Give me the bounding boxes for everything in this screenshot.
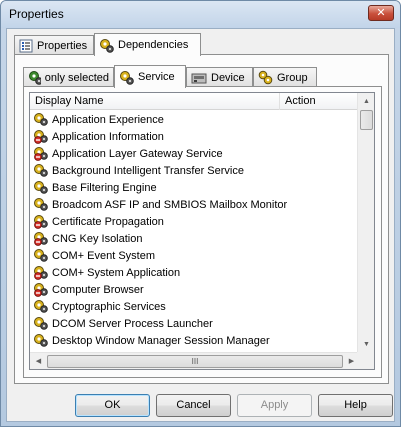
service-running-icon bbox=[34, 113, 48, 126]
list-item-label: Computer Browser bbox=[52, 283, 144, 296]
service-stopped-icon bbox=[34, 147, 48, 161]
window-title: Properties bbox=[9, 7, 64, 21]
service-running-icon bbox=[34, 198, 48, 211]
group-icon bbox=[258, 70, 273, 85]
tab-only-selected[interactable]: only selected bbox=[23, 67, 114, 87]
list-item[interactable]: COM+ Event System bbox=[30, 247, 360, 264]
vertical-scroll-thumb[interactable] bbox=[360, 110, 373, 130]
list-item-label: Desktop Window Manager Session Manager bbox=[52, 334, 270, 347]
list-item-label: Base Filtering Engine bbox=[52, 181, 157, 194]
properties-icon bbox=[19, 39, 33, 52]
cancel-button[interactable]: Cancel bbox=[156, 394, 231, 417]
list-item[interactable]: COM+ System Application bbox=[30, 264, 360, 281]
list-item[interactable]: Broadcom ASF IP and SMBIOS Mailbox Monit… bbox=[30, 196, 360, 213]
list-item[interactable]: Computer Browser bbox=[30, 281, 360, 298]
list-item-label: CNG Key Isolation bbox=[52, 232, 143, 245]
scrollbar-corner bbox=[357, 352, 374, 369]
apply-button[interactable]: Apply bbox=[237, 394, 312, 417]
list-item-label: Application Information bbox=[52, 130, 164, 143]
service-stopped-icon bbox=[34, 232, 48, 246]
tab-service[interactable]: Service bbox=[114, 65, 186, 88]
list-item-label: Background Intelligent Transfer Service bbox=[52, 164, 244, 177]
service-running-icon bbox=[34, 181, 48, 194]
list-item[interactable]: Certificate Propagation bbox=[30, 213, 360, 230]
device-icon bbox=[191, 73, 207, 83]
list-item[interactable]: CNG Key Isolation bbox=[30, 230, 360, 247]
properties-window: Properties ✕ Properties Dependencies onl… bbox=[0, 0, 401, 427]
horizontal-scroll-thumb[interactable]: III bbox=[47, 355, 343, 368]
list-item[interactable]: Cryptographic Services bbox=[30, 298, 360, 315]
column-action[interactable]: Action bbox=[280, 93, 360, 110]
service-running-icon bbox=[34, 164, 48, 177]
service-list[interactable]: Display Name Action Application Experien… bbox=[29, 92, 375, 370]
list-item-label: Application Layer Gateway Service bbox=[52, 147, 223, 160]
tab-group[interactable]: Group bbox=[253, 67, 317, 87]
dialog-client-area: Properties Dependencies only selected Se… bbox=[6, 28, 395, 422]
list-item-label: Cryptographic Services bbox=[52, 300, 166, 313]
service-running-icon bbox=[34, 300, 48, 313]
dialog-button-row: OK Cancel Apply Help bbox=[7, 394, 396, 420]
dependencies-icon bbox=[100, 38, 114, 53]
tab-service-label: Service bbox=[138, 71, 175, 83]
gears-icon bbox=[29, 71, 41, 85]
tab-dependencies-label: Dependencies bbox=[118, 39, 189, 51]
list-item[interactable]: Desktop Window Manager Session Manager bbox=[30, 332, 360, 349]
list-item[interactable]: Base Filtering Engine bbox=[30, 179, 360, 196]
ok-button[interactable]: OK bbox=[75, 394, 150, 417]
service-running-icon bbox=[34, 249, 48, 262]
list-item-label: DCOM Server Process Launcher bbox=[52, 317, 213, 330]
service-stopped-icon bbox=[34, 130, 48, 144]
tab-device[interactable]: Device bbox=[186, 67, 253, 87]
vertical-scrollbar[interactable]: ▲ ▼ bbox=[357, 93, 374, 353]
horizontal-scrollbar[interactable]: ◀ III ▶ bbox=[30, 352, 360, 369]
tab-group-label: Group bbox=[277, 71, 308, 84]
list-item[interactable]: DCOM Server Process Launcher bbox=[30, 315, 360, 332]
list-item-label: COM+ System Application bbox=[52, 266, 181, 279]
list-item[interactable]: Application Layer Gateway Service bbox=[30, 145, 360, 162]
list-item[interactable]: Background Intelligent Transfer Service bbox=[30, 162, 360, 179]
list-header: Display Name Action bbox=[30, 93, 360, 110]
gears-icon bbox=[120, 70, 134, 85]
scroll-left-arrow-icon[interactable]: ◀ bbox=[30, 353, 47, 369]
tab-device-label: Device bbox=[211, 71, 245, 84]
service-running-icon bbox=[34, 334, 48, 347]
list-item-label: Application Experience bbox=[52, 113, 164, 126]
list-item[interactable]: Application Experience bbox=[30, 111, 360, 128]
column-display-name[interactable]: Display Name bbox=[30, 93, 280, 110]
list-item-label: Certificate Propagation bbox=[52, 215, 164, 228]
tab-only-selected-label: only selected bbox=[44, 71, 109, 84]
service-stopped-icon bbox=[34, 283, 48, 297]
tab-properties[interactable]: Properties bbox=[14, 35, 94, 55]
scroll-down-arrow-icon[interactable]: ▼ bbox=[358, 336, 374, 353]
help-button[interactable]: Help bbox=[318, 394, 393, 417]
service-running-icon bbox=[34, 317, 48, 330]
list-item-label: COM+ Event System bbox=[52, 249, 156, 262]
service-stopped-icon bbox=[34, 215, 48, 229]
title-bar[interactable]: Properties ✕ bbox=[1, 1, 400, 28]
scroll-up-arrow-icon[interactable]: ▲ bbox=[358, 93, 374, 110]
tab-dependencies[interactable]: Dependencies bbox=[94, 33, 201, 56]
list-item[interactable]: Application Information bbox=[30, 128, 360, 145]
list-item-label: Broadcom ASF IP and SMBIOS Mailbox Monit… bbox=[52, 198, 288, 211]
close-button[interactable]: ✕ bbox=[368, 5, 394, 21]
tab-properties-label: Properties bbox=[37, 39, 88, 52]
service-stopped-icon bbox=[34, 266, 48, 280]
list-rows: Application Experience Application Inform… bbox=[30, 111, 360, 349]
